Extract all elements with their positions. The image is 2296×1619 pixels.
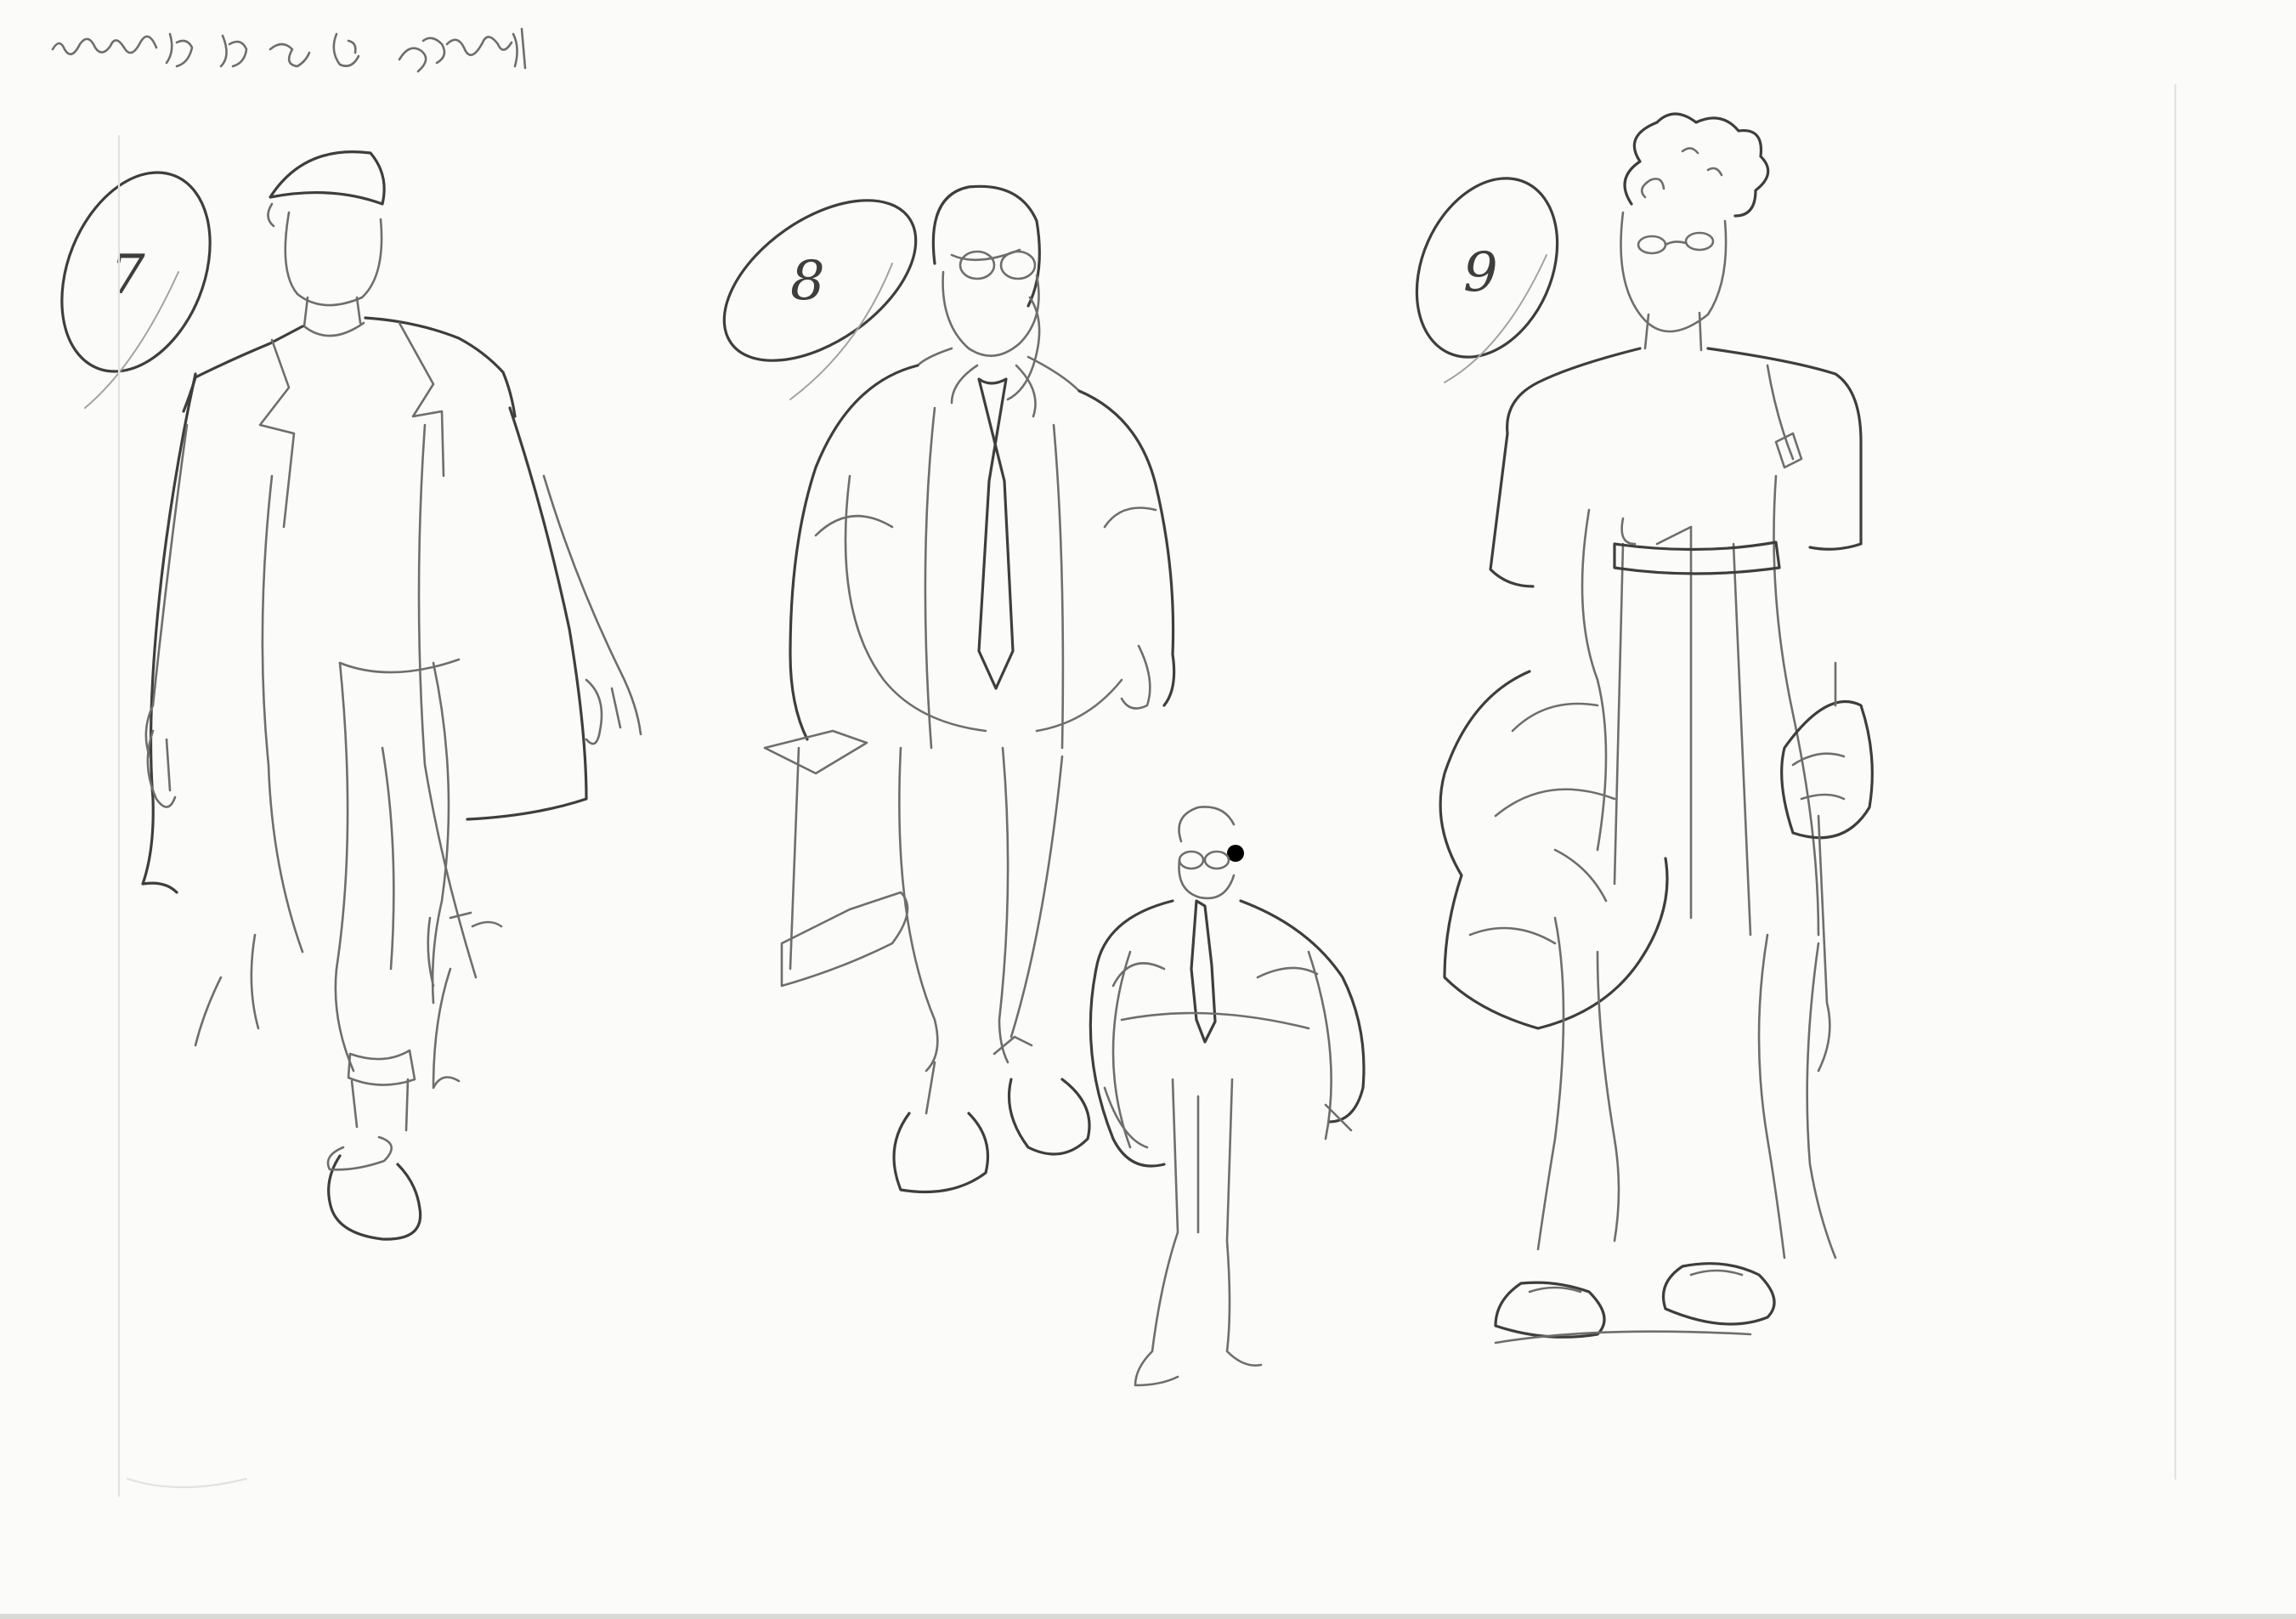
- figure-9-curly-hair-dress: [1439, 112, 1874, 1344]
- pencil-sketch: 7 8 9: [51, 27, 2177, 1497]
- svg-text:7: 7: [110, 244, 145, 307]
- header-scribble-strokes: [51, 27, 527, 73]
- svg-text:8: 8: [790, 250, 825, 313]
- sketch-paper: 7 8 9: [0, 0, 2296, 1619]
- paper-texture-marks: [117, 83, 2177, 1497]
- circled-number-8: 8: [722, 199, 918, 400]
- circled-number-7: 7: [60, 171, 212, 409]
- paper-bottom-edge: [0, 1614, 2296, 1619]
- svg-text:9: 9: [1463, 241, 1498, 304]
- figure-7-man-in-coat: [141, 150, 642, 1241]
- circled-number-9: 9: [1415, 177, 1559, 383]
- figure-8-small-figure: [1089, 806, 1366, 1387]
